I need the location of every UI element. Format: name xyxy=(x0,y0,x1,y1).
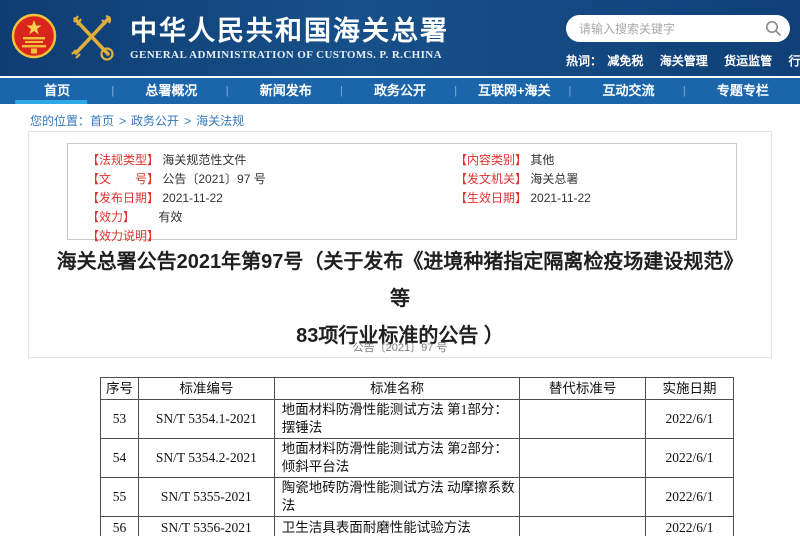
hot-word-link[interactable]: 减免税 xyxy=(607,54,643,68)
nav-item-news[interactable]: 新闻发布 xyxy=(229,78,343,104)
cell-impl-date: 2022/6/1 xyxy=(646,517,734,536)
col-header-index: 序号 xyxy=(101,378,139,400)
col-header-replaced-no: 替代标准号 xyxy=(520,378,646,400)
meta-field-publish-date: 【发布日期】 2021-11-22 xyxy=(87,189,455,208)
meta-label: 【效力】 xyxy=(87,208,155,227)
meta-field-issuing-agency: 【发文机关】 海关总署 xyxy=(455,170,578,189)
cell-index: 53 xyxy=(101,400,139,439)
meta-value: 公告〔2021〕97 号 xyxy=(162,172,265,186)
breadcrumb-link-gov-affairs[interactable]: 政务公开 xyxy=(131,114,179,128)
nav-item-special-topics[interactable]: 专题专栏 xyxy=(686,78,800,104)
meta-label: 【发布日期】 xyxy=(87,189,159,208)
hot-words-label: 热词： xyxy=(566,54,602,68)
meta-label: 【法规类型】 xyxy=(87,151,159,170)
site-logo: 中华人民共和国海关总署 GENERAL ADMINISTRATION OF CU… xyxy=(10,10,449,67)
col-header-standard-name: 标准名称 xyxy=(274,378,520,400)
meta-value: 2021-11-22 xyxy=(530,191,591,205)
meta-value: 海关总署 xyxy=(530,172,578,186)
table-row: 53 SN/T 5354.1-2021 地面材料防滑性能测试方法 第1部分：摆锤… xyxy=(101,400,734,439)
cell-standard-no: SN/T 5354.2-2021 xyxy=(138,439,274,478)
meta-value: 有效 xyxy=(158,210,182,224)
breadcrumb-separator: > xyxy=(184,114,191,128)
breadcrumb-link-home[interactable]: 首页 xyxy=(90,114,114,128)
site-header: 中华人民共和国海关总署 GENERAL ADMINISTRATION OF CU… xyxy=(0,0,800,76)
cell-impl-date: 2022/6/1 xyxy=(646,400,734,439)
meta-value: 海关规范性文件 xyxy=(162,153,246,167)
main-nav: 首页 总署概况 新闻发布 政务公开 互联网+海关 互动交流 专题专栏 xyxy=(0,78,800,104)
hot-words: 热词： 减免税 海关管理 货运监管 行政监管 xyxy=(566,52,790,69)
table-header-row: 序号 标准编号 标准名称 替代标准号 实施日期 xyxy=(101,378,734,400)
search-box xyxy=(566,15,790,42)
breadcrumb-separator: > xyxy=(119,114,126,128)
nav-item-overview[interactable]: 总署概况 xyxy=(114,78,228,104)
col-header-standard-no: 标准编号 xyxy=(138,378,274,400)
cell-replaced-no xyxy=(520,478,646,517)
cell-standard-no: SN/T 5354.1-2021 xyxy=(138,400,274,439)
nav-item-interaction[interactable]: 互动交流 xyxy=(571,78,685,104)
national-emblem-icon xyxy=(10,11,58,66)
cell-impl-date: 2022/6/1 xyxy=(646,439,734,478)
search-icon[interactable] xyxy=(765,20,782,37)
breadcrumb-prefix: 您的位置： xyxy=(30,114,90,128)
nav-item-home[interactable]: 首页 xyxy=(0,78,114,104)
hot-word-link[interactable]: 行政监管 xyxy=(788,54,800,68)
search-input[interactable] xyxy=(566,15,790,42)
site-title-cn: 中华人民共和国海关总署 xyxy=(130,16,449,46)
cell-standard-name: 地面材料防滑性能测试方法 第2部分：倾斜平台法 xyxy=(274,439,520,478)
content-panel: 【法规类型】 海关规范性文件 【内容类别】 其他 【文 号】 公告〔2021〕9… xyxy=(28,131,772,358)
cell-replaced-no xyxy=(520,517,646,536)
hot-word-link[interactable]: 货运监管 xyxy=(724,54,772,68)
meta-field-validity: 【效力】 有效 xyxy=(87,208,455,227)
cell-impl-date: 2022/6/1 xyxy=(646,478,734,517)
table-row: 55 SN/T 5355-2021 陶瓷地砖防滑性能测试方法 动摩擦系数法 20… xyxy=(101,478,734,517)
announcement-number: 公告〔2021〕97 号 xyxy=(29,339,771,355)
cell-index: 55 xyxy=(101,478,139,517)
cell-standard-no: SN/T 5355-2021 xyxy=(138,478,274,517)
cell-standard-name: 陶瓷地砖防滑性能测试方法 动摩擦系数法 xyxy=(274,478,520,517)
hot-word-link[interactable]: 海关管理 xyxy=(660,54,708,68)
meta-value: 其他 xyxy=(530,153,554,167)
meta-field-effective-date: 【生效日期】 2021-11-22 xyxy=(455,189,591,208)
meta-value: 2021-11-22 xyxy=(162,191,223,205)
breadcrumb: 您的位置：首页 > 政务公开 > 海关法规 xyxy=(30,112,244,129)
cell-replaced-no xyxy=(520,439,646,478)
cell-index: 54 xyxy=(101,439,139,478)
meta-label: 【文 号】 xyxy=(87,170,159,189)
col-header-impl-date: 实施日期 xyxy=(646,378,734,400)
meta-label: 【发文机关】 xyxy=(455,170,527,189)
customs-key-icon xyxy=(66,10,118,67)
nav-item-gov-affairs[interactable]: 政务公开 xyxy=(343,78,457,104)
table-row: 54 SN/T 5354.2-2021 地面材料防滑性能测试方法 第2部分：倾斜… xyxy=(101,439,734,478)
breadcrumb-link-customs-law[interactable]: 海关法规 xyxy=(196,114,244,128)
meta-label: 【生效日期】 xyxy=(455,189,527,208)
brand-titles: 中华人民共和国海关总署 GENERAL ADMINISTRATION OF CU… xyxy=(130,16,449,61)
announcement-title-line1: 海关总署公告2021年第97号（关于发布《进境种猪指定隔离检疫场建设规范》等 xyxy=(49,244,751,318)
cell-index: 56 xyxy=(101,517,139,536)
cell-standard-no: SN/T 5356-2021 xyxy=(138,517,274,536)
cell-standard-name: 地面材料防滑性能测试方法 第1部分：摆锤法 xyxy=(274,400,520,439)
meta-field-doc-number: 【文 号】 公告〔2021〕97 号 xyxy=(87,170,455,189)
nav-item-internet-customs[interactable]: 互联网+海关 xyxy=(457,78,571,104)
regulation-meta-box: 【法规类型】 海关规范性文件 【内容类别】 其他 【文 号】 公告〔2021〕9… xyxy=(67,143,737,240)
meta-label: 【内容类别】 xyxy=(455,151,527,170)
meta-field-category: 【内容类别】 其他 xyxy=(455,151,554,170)
meta-field-type: 【法规类型】 海关规范性文件 xyxy=(87,151,455,170)
standards-table: 序号 标准编号 标准名称 替代标准号 实施日期 53 SN/T 5354.1-2… xyxy=(100,377,734,536)
site-title-en: GENERAL ADMINISTRATION OF CUSTOMS. P. R.… xyxy=(130,49,449,61)
cell-replaced-no xyxy=(520,400,646,439)
cell-standard-name: 卫生洁具表面耐磨性能试验方法 xyxy=(274,517,520,536)
table-row: 56 SN/T 5356-2021 卫生洁具表面耐磨性能试验方法 2022/6/… xyxy=(101,517,734,536)
